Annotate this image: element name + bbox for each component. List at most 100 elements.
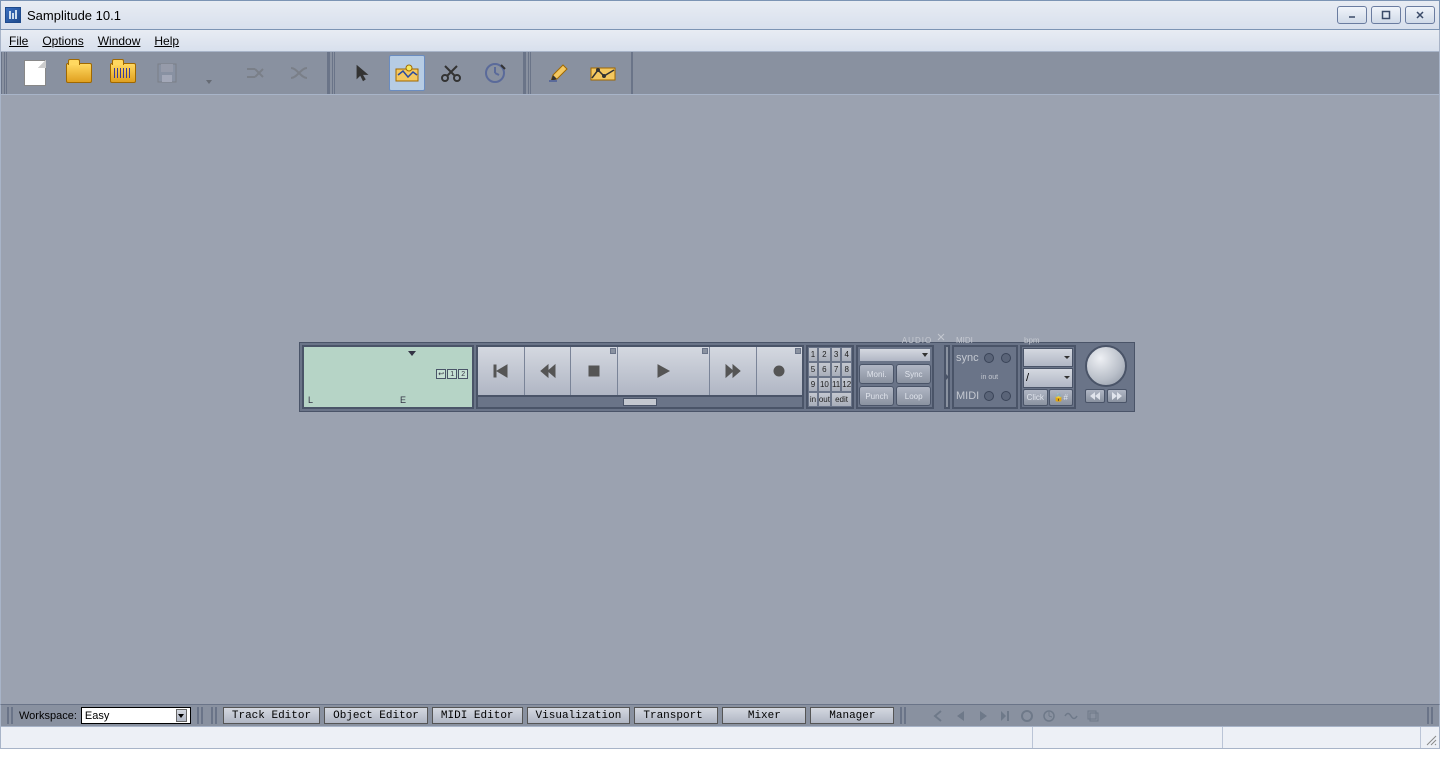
minimize-button[interactable] — [1337, 6, 1367, 24]
marker-6[interactable]: 6 — [818, 362, 831, 377]
midi-sync-led-1[interactable] — [984, 353, 994, 363]
midi-out-led[interactable] — [1001, 391, 1011, 401]
lcd-icon-1[interactable]: 1 — [447, 369, 457, 379]
audio-close-icon[interactable] — [937, 333, 945, 341]
marker-10[interactable]: 10 — [818, 377, 831, 392]
lcd-icon-loop[interactable]: ↩ — [436, 369, 446, 379]
midi-in-led[interactable] — [984, 391, 994, 401]
marker-in[interactable]: in — [808, 392, 818, 407]
app-icon — [5, 7, 21, 23]
menu-window[interactable]: Window — [98, 34, 141, 48]
sync-button[interactable]: Sync — [896, 364, 931, 384]
midi-label: MIDI — [956, 336, 973, 345]
nav-skip-icon[interactable] — [998, 709, 1012, 723]
menu-help[interactable]: Help — [154, 34, 179, 48]
cursor-tool-button[interactable] — [345, 55, 381, 91]
workspace-grip-2[interactable] — [197, 707, 203, 724]
marker-edit[interactable]: edit — [831, 392, 852, 407]
titlebar: Samplitude 10.1 — [0, 0, 1440, 30]
tab-object-editor[interactable]: Object Editor — [324, 707, 428, 724]
nav-clock-icon[interactable] — [1042, 709, 1056, 723]
tab-midi-editor[interactable]: MIDI Editor — [432, 707, 523, 724]
signature-select[interactable]: / — [1023, 368, 1073, 387]
scrub-bar[interactable] — [476, 395, 804, 409]
status-cell-3 — [1223, 727, 1421, 748]
main-workspace: ↩ 1 2 L E 1 2 3 4 5 6 7 — [0, 95, 1440, 704]
marker-8[interactable]: 8 — [841, 362, 852, 377]
midi-sync-label: sync — [956, 349, 980, 367]
nav-wave-icon[interactable] — [1064, 709, 1078, 723]
status-cell-2 — [1033, 727, 1223, 748]
marker-grid: 1 2 3 4 5 6 7 8 9 10 11 12 in out edit — [806, 345, 854, 409]
tab-visualization[interactable]: Visualization — [527, 707, 631, 724]
lcd-icon-2[interactable]: 2 — [458, 369, 468, 379]
punch-button[interactable]: Punch — [859, 386, 894, 406]
tab-track-editor[interactable]: Track Editor — [223, 707, 320, 724]
shuffle-button — [281, 55, 317, 91]
jog-forward-button[interactable] — [1107, 389, 1127, 403]
lock-button[interactable]: 🔒# — [1049, 389, 1074, 406]
cut-tool-button[interactable] — [433, 55, 469, 91]
midi-inout-label: in out — [981, 368, 1014, 386]
open-wave-button[interactable] — [105, 55, 141, 91]
nav-layers-icon[interactable] — [1086, 709, 1100, 723]
workspace-select[interactable]: Easy — [81, 707, 191, 724]
marker-out[interactable]: out — [818, 392, 831, 407]
lcd-end-label: E — [400, 395, 406, 405]
click-button[interactable]: Click — [1023, 389, 1048, 406]
audio-device-select[interactable] — [859, 348, 931, 362]
menu-options[interactable]: Options — [42, 34, 83, 48]
marker-3[interactable]: 3 — [831, 347, 841, 362]
loop-button[interactable]: Loop — [896, 386, 931, 406]
jog-wheel[interactable] — [1085, 345, 1127, 387]
play-button[interactable] — [618, 347, 710, 395]
lcd-menu-dropdown[interactable] — [408, 351, 416, 356]
record-button[interactable] — [757, 347, 803, 395]
midi-midi-label: MIDI — [956, 387, 980, 405]
expand-nub[interactable] — [944, 345, 950, 409]
marker-7[interactable]: 7 — [831, 362, 841, 377]
tab-manager[interactable]: Manager — [810, 707, 894, 724]
bpm-label: bpm — [1024, 336, 1040, 345]
marker-2[interactable]: 2 — [818, 347, 831, 362]
workspace-grip[interactable] — [7, 707, 13, 724]
tab-mixer[interactable]: Mixer — [722, 707, 806, 724]
workspace-grip-5[interactable] — [1427, 707, 1433, 724]
marker-1[interactable]: 1 — [808, 347, 818, 362]
lcd-left-label: L — [308, 395, 313, 405]
object-tool-button[interactable] — [389, 55, 425, 91]
nav-circle-icon[interactable] — [1020, 709, 1034, 723]
route-button — [237, 55, 273, 91]
automation-tool-button[interactable] — [585, 55, 621, 91]
marker-12[interactable]: 12 — [841, 377, 852, 392]
workspace-grip-4[interactable] — [900, 707, 906, 724]
marker-5[interactable]: 5 — [808, 362, 818, 377]
go-start-button[interactable] — [478, 347, 525, 395]
close-button[interactable] — [1405, 6, 1435, 24]
draw-tool-button[interactable] — [541, 55, 577, 91]
stop-button[interactable] — [571, 347, 618, 395]
window-title: Samplitude 10.1 — [27, 8, 1337, 23]
workspace-bar: Workspace: Easy Track Editor Object Edit… — [0, 704, 1440, 727]
forward-button[interactable] — [710, 347, 757, 395]
maximize-button[interactable] — [1371, 6, 1401, 24]
marker-4[interactable]: 4 — [841, 347, 852, 362]
marker-9[interactable]: 9 — [808, 377, 818, 392]
rewind-button[interactable] — [525, 347, 572, 395]
tab-transport[interactable]: Transport — [634, 707, 718, 724]
marker-11[interactable]: 11 — [831, 377, 841, 392]
moni-button[interactable]: Moni. — [859, 364, 894, 384]
nav-right-icon[interactable] — [976, 709, 990, 723]
nav-left-icon[interactable] — [954, 709, 968, 723]
new-file-button[interactable] — [17, 55, 53, 91]
transport-panel: ↩ 1 2 L E 1 2 3 4 5 6 7 — [299, 342, 1135, 412]
midi-sync-led-2[interactable] — [1001, 353, 1011, 363]
nav-back-icon[interactable] — [932, 709, 946, 723]
time-tool-button[interactable] — [477, 55, 513, 91]
open-folder-button[interactable] — [61, 55, 97, 91]
menu-file[interactable]: File — [9, 34, 28, 48]
workspace-grip-3[interactable] — [211, 707, 217, 724]
jog-rewind-button[interactable] — [1085, 389, 1105, 403]
resize-grip[interactable] — [1421, 727, 1439, 748]
bpm-select[interactable] — [1023, 348, 1073, 367]
